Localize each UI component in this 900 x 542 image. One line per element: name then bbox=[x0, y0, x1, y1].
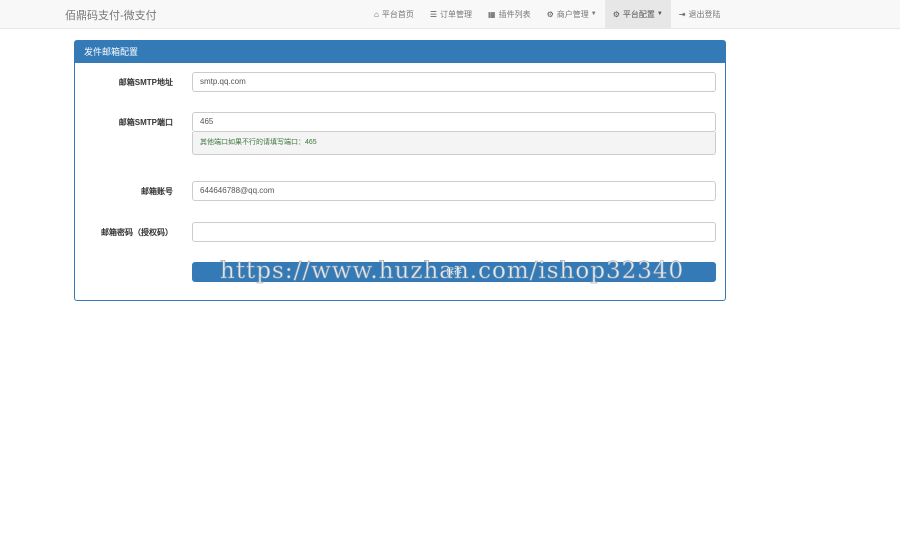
gear-icon: ⚙ bbox=[612, 9, 620, 19]
nav-item-2[interactable]: ▦ 插件列表 bbox=[480, 0, 539, 28]
gear-icon: ⚙ bbox=[546, 9, 554, 19]
brand-title[interactable]: 佰鼎码支付-微支付 bbox=[65, 7, 157, 23]
nav-item-label: 平台配置 bbox=[622, 9, 655, 19]
nav-item-5[interactable]: ⇥ 退出登陆 bbox=[671, 0, 729, 28]
nav-item-label: 插件列表 bbox=[498, 9, 531, 19]
nav-item-1[interactable]: ☰ 订单管理 bbox=[422, 0, 480, 28]
list-icon: ☰ bbox=[429, 9, 438, 19]
smtp-port-input[interactable]: 465 bbox=[192, 112, 716, 132]
nav-item-0[interactable]: ⌂ 平台首页 bbox=[366, 0, 422, 28]
smtp-port-help: 其他端口如果不行的请填写端口：465 bbox=[192, 132, 716, 155]
account-label: 邮箱账号 bbox=[141, 187, 173, 196]
logout-icon: ⇥ bbox=[678, 9, 686, 19]
nav-item-label: 商户管理 bbox=[556, 9, 589, 19]
smtp-host-input[interactable]: smtp.qq.com bbox=[192, 72, 716, 92]
nav-item-label: 平台首页 bbox=[381, 9, 414, 19]
caret-down-icon: ▼ bbox=[656, 11, 663, 17]
panel-title: 发件邮箱配置 bbox=[75, 41, 725, 63]
password-label: 邮箱密码（授权码） bbox=[101, 228, 173, 237]
nav-item-4[interactable]: ⚙ 平台配置 ▼ bbox=[604, 0, 671, 28]
save-button[interactable]: 保存 bbox=[192, 262, 716, 282]
smtp-host-label: 邮箱SMTP地址 bbox=[118, 78, 173, 87]
grid-icon: ▦ bbox=[488, 9, 496, 19]
nav-item-label: 退出登陆 bbox=[688, 9, 721, 19]
main-nav: ⌂ 平台首页 ☰ 订单管理 ▦ 插件列表 ⚙ 商户管理 ▼ ⚙ 平台配置 ▼ ⇥ 退出登陆 bbox=[366, 0, 729, 28]
nav-item-label: 订单管理 bbox=[440, 9, 473, 19]
top-navbar: 佰鼎码支付-微支付 ⌂ 平台首页 ☰ 订单管理 ▦ 插件列表 ⚙ 商户管理 ▼ ⚙ 平台配置 ▼ ⇥ 退出… bbox=[0, 0, 900, 29]
home-icon: ⌂ bbox=[374, 9, 379, 19]
account-input[interactable]: 644646788@qq.com bbox=[192, 181, 716, 201]
password-input[interactable] bbox=[192, 222, 716, 242]
nav-item-3[interactable]: ⚙ 商户管理 ▼ bbox=[539, 0, 605, 28]
email-config-panel: 发件邮箱配置 邮箱SMTP地址 smtp.qq.com 邮箱SMTP端口 465… bbox=[74, 40, 726, 301]
smtp-port-label: 邮箱SMTP端口 bbox=[118, 118, 173, 127]
caret-down-icon: ▼ bbox=[590, 11, 597, 17]
